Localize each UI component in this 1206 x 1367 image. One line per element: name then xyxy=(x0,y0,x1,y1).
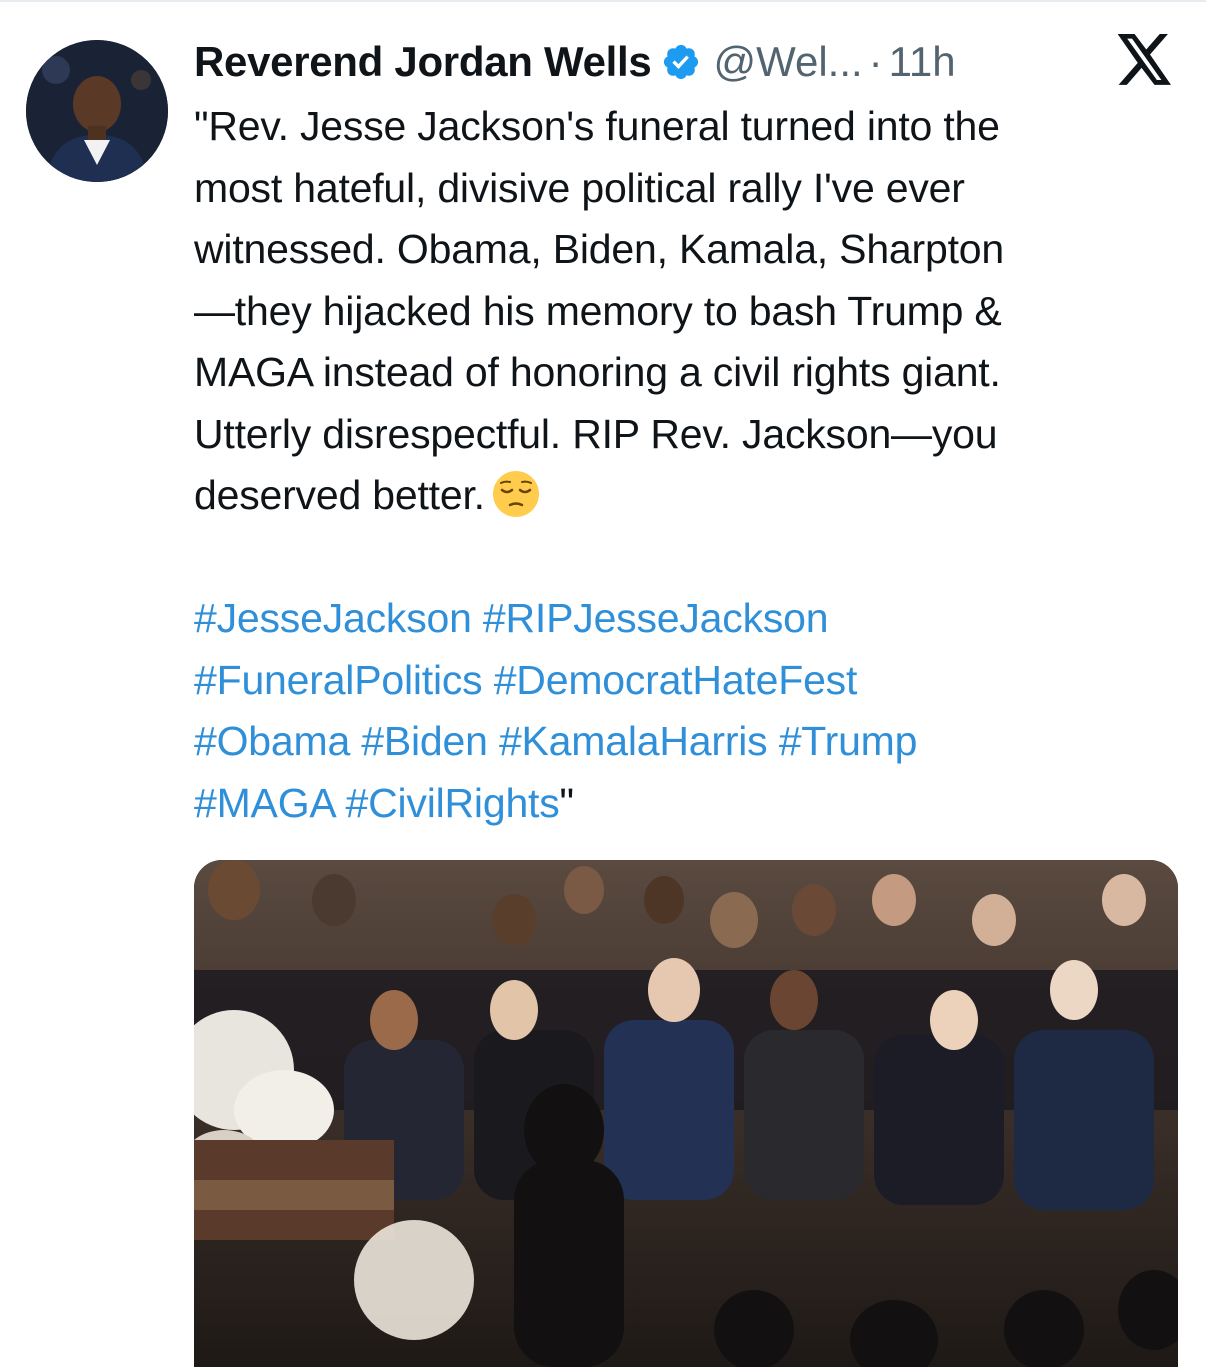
hashtag-link[interactable]: #MAGA xyxy=(194,780,334,826)
tweet-text-line: most hateful, divisive political rally I… xyxy=(194,164,965,211)
hashtag-line: #Obama #Biden #KamalaHarris #Trump xyxy=(194,711,1184,773)
tweet-text-line: witnessed. Obama, Biden, Kamala, Sharpto… xyxy=(194,226,1004,272)
hashtag-link[interactable]: #Obama xyxy=(194,718,350,764)
hashtag-link[interactable]: #JesseJackson xyxy=(194,595,472,641)
hashtag-line: #FuneralPolitics #DemocratHateFest xyxy=(194,650,1184,712)
hashtag-link[interactable]: #DemocratHateFest xyxy=(494,657,858,703)
hashtag-link[interactable]: #Biden xyxy=(361,718,488,764)
top-divider xyxy=(0,0,1206,2)
hashtag-link[interactable]: #KamalaHarris xyxy=(499,718,768,764)
author-display-name[interactable]: Reverend Jordan Wells xyxy=(194,38,652,86)
tweet-body: "Rev. Jesse Jackson's funeral turned int… xyxy=(194,96,1184,527)
hashtag-line: #MAGA #CivilRights" xyxy=(194,773,1184,835)
tweet-text-line: MAGA instead of honoring a civil rights … xyxy=(194,349,1001,395)
tweet-text-line-last: deserved better. xyxy=(194,465,1184,527)
hashtag-link[interactable]: #RIPJesseJackson xyxy=(483,595,829,641)
hashtag-link[interactable]: #FuneralPolitics xyxy=(194,657,483,703)
verified-badge-icon xyxy=(661,42,701,82)
attached-photo[interactable] xyxy=(194,860,1178,1367)
hashtag-link[interactable]: #CivilRights xyxy=(345,780,559,826)
author-handle[interactable]: @Wel... xyxy=(713,38,862,86)
tweet-text-line: Utterly disrespectful. RIP Rev. Jackson—… xyxy=(194,410,998,457)
avatar[interactable] xyxy=(26,40,168,182)
tweet-header: Reverend Jordan Wells @Wel... · 11h xyxy=(194,34,956,90)
separator-dot: · xyxy=(868,38,883,85)
closing-quote: " xyxy=(559,779,575,826)
tweet-text-last: deserved better. xyxy=(194,472,485,518)
timestamp[interactable]: 11h xyxy=(889,38,956,86)
hashtag-block: #JesseJackson #RIPJesseJackson #FuneralP… xyxy=(194,588,1184,834)
hashtag-link[interactable]: #Trump xyxy=(779,718,918,764)
tweet-text-line: —they hijacked his memory to bash Trump … xyxy=(194,287,1002,334)
tweet-text-line: "Rev. Jesse Jackson's funeral turned int… xyxy=(194,103,1000,149)
x-logo-icon[interactable] xyxy=(1116,34,1174,86)
hashtag-line: #JesseJackson #RIPJesseJackson xyxy=(194,588,1184,650)
pensive-face-emoji xyxy=(491,469,541,519)
